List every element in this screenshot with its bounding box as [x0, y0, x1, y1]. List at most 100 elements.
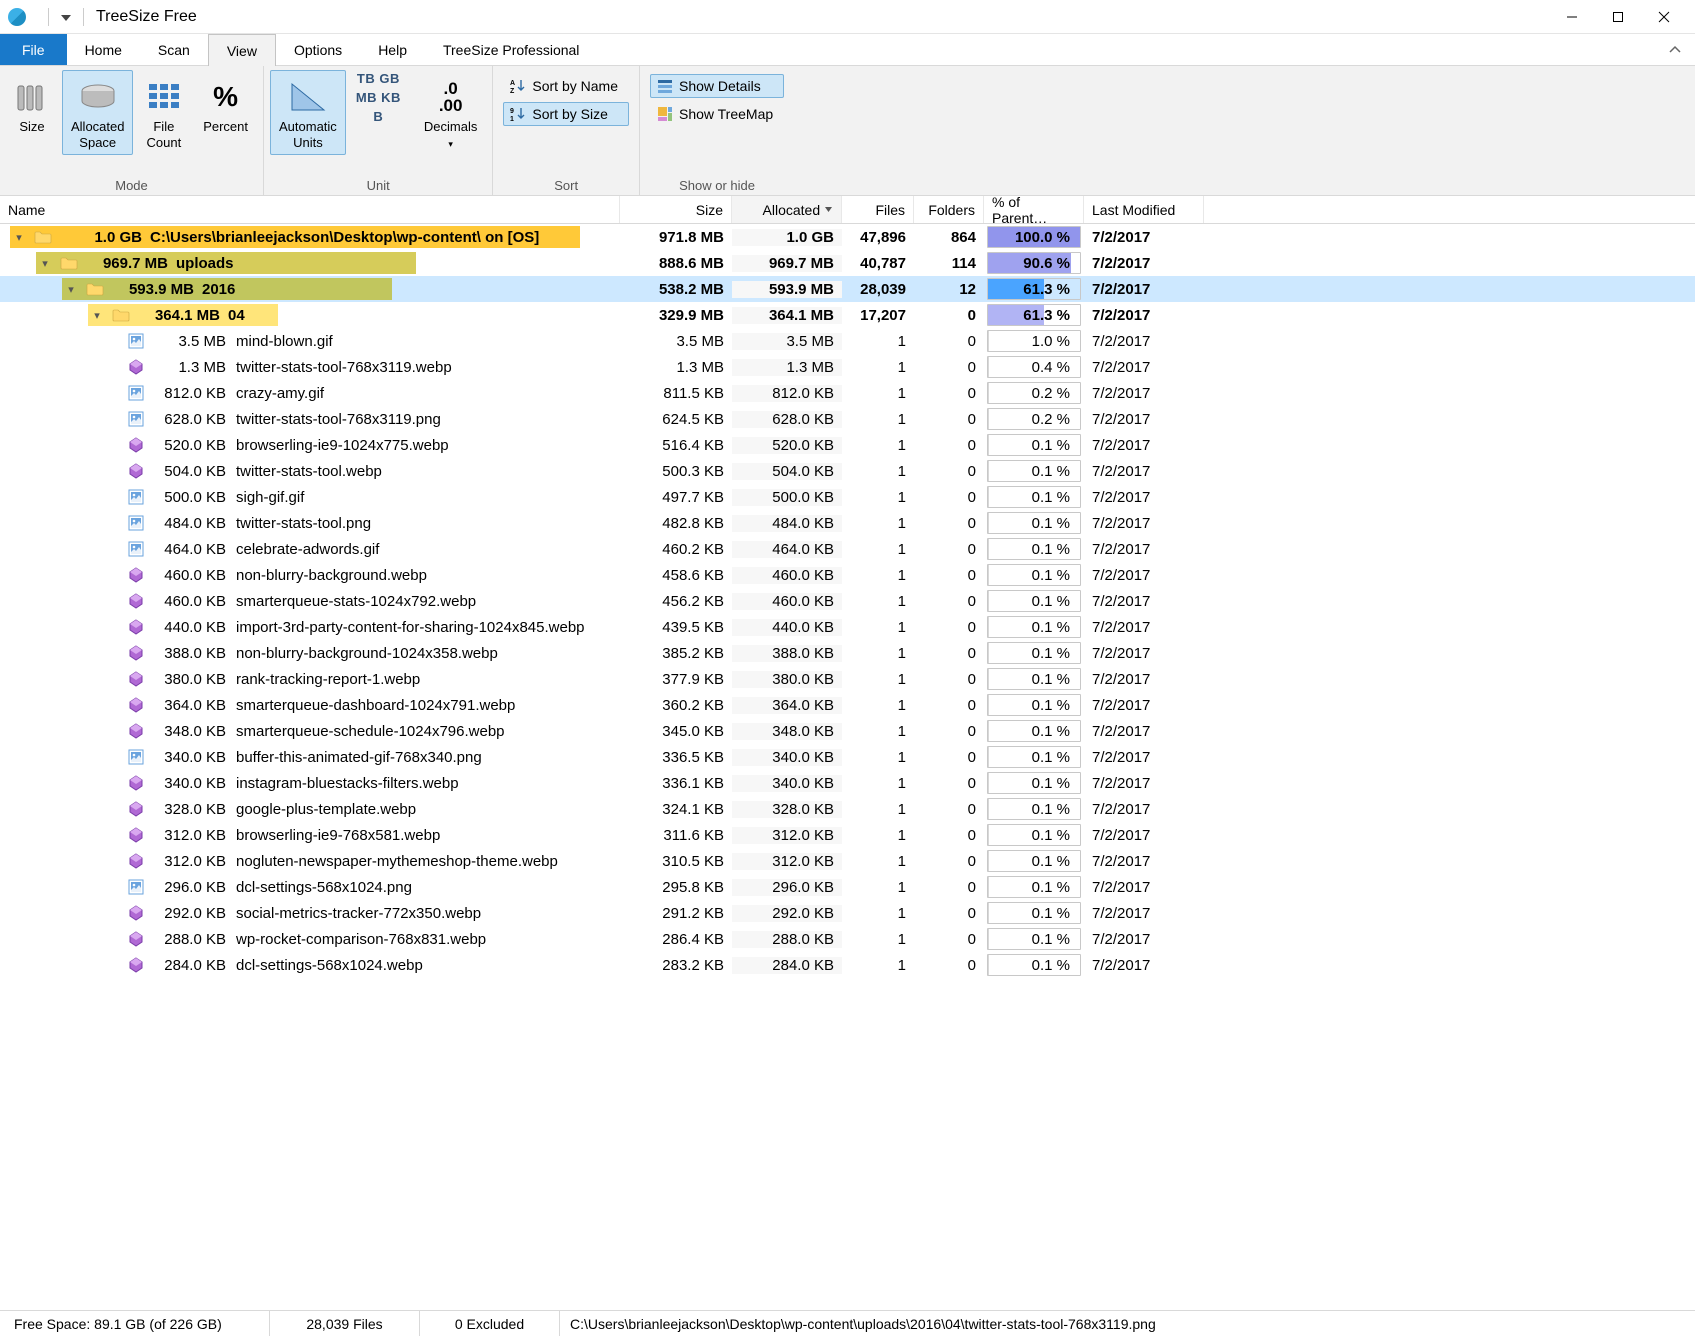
tree-name: smarterqueue-stats-1024x792.webp: [236, 593, 476, 610]
cell-files: 1: [842, 463, 914, 480]
col-size[interactable]: Size: [620, 196, 732, 223]
col-modified[interactable]: Last Modified: [1084, 196, 1204, 223]
expander-icon[interactable]: ▾: [12, 231, 26, 244]
cell-files: 1: [842, 385, 914, 402]
minimize-button[interactable]: [1549, 1, 1595, 33]
col-files[interactable]: Files: [842, 196, 914, 223]
menu-options[interactable]: Options: [276, 34, 360, 65]
tree-file-row[interactable]: 340.0 KBbuffer-this-animated-gif-768x340…: [0, 744, 1695, 770]
tree-file-row[interactable]: 520.0 KBbrowserling-ie9-1024x775.webp516…: [0, 432, 1695, 458]
tree-name: google-plus-template.webp: [236, 801, 416, 818]
unit-automatic-button[interactable]: AutomaticUnits: [270, 70, 346, 155]
tree-size-inline: 1.3 MB: [150, 359, 226, 376]
mode-filecount-button[interactable]: FileCount: [137, 70, 190, 155]
cell-modified: 7/2/2017: [1084, 957, 1204, 974]
tree-file-row[interactable]: 284.0 KBdcl-settings-568x1024.webp283.2 …: [0, 952, 1695, 978]
sort-by-size-label: Sort by Size: [532, 106, 607, 122]
status-excluded: 0 Excluded: [420, 1311, 560, 1336]
sort-by-name-button[interactable]: AZ Sort by Name: [503, 74, 629, 98]
tree-name: mind-blown.gif: [236, 333, 333, 350]
cell-modified: 7/2/2017: [1084, 229, 1204, 246]
tree-file-row[interactable]: 1.3 MBtwitter-stats-tool-768x3119.webp1.…: [0, 354, 1695, 380]
status-path: C:\Users\brianleejackson\Desktop\wp-cont…: [560, 1316, 1695, 1332]
tree-folder-row[interactable]: ▾1.0 GBC:\Users\brianleejackson\Desktop\…: [0, 224, 1695, 250]
cell-folders: 0: [914, 619, 984, 636]
tree-folder-row[interactable]: ▾969.7 MBuploads888.6 MB969.7 MB40,78711…: [0, 250, 1695, 276]
tree-file-row[interactable]: 3.5 MBmind-blown.gif3.5 MB3.5 MB101.0 %7…: [0, 328, 1695, 354]
tree-file-row[interactable]: 364.0 KBsmarterqueue-dashboard-1024x791.…: [0, 692, 1695, 718]
tree-file-row[interactable]: 292.0 KBsocial-metrics-tracker-772x350.w…: [0, 900, 1695, 926]
quick-access-dropdown-icon[interactable]: [61, 9, 71, 24]
close-button[interactable]: [1641, 1, 1687, 33]
tree-folder-row[interactable]: ▾364.1 MB04329.9 MB364.1 MB17,207061.3 %…: [0, 302, 1695, 328]
unit-b-button[interactable]: B: [369, 108, 387, 125]
cell-percent: 0.1 %: [987, 694, 1081, 716]
menu-treesize-pro[interactable]: TreeSize Professional: [425, 34, 597, 65]
unit-decimals-button[interactable]: .0 .00 Decimals▾: [415, 70, 486, 155]
show-details-button[interactable]: Show Details: [650, 74, 784, 98]
col-allocated[interactable]: Allocated: [732, 196, 842, 223]
tree-file-row[interactable]: 380.0 KBrank-tracking-report-1.webp377.9…: [0, 666, 1695, 692]
sort-by-size-button[interactable]: 91 Sort by Size: [503, 102, 629, 126]
tree-file-row[interactable]: 388.0 KBnon-blurry-background-1024x358.w…: [0, 640, 1695, 666]
tree-name: instagram-bluestacks-filters.webp: [236, 775, 459, 792]
col-folders[interactable]: Folders: [914, 196, 984, 223]
mode-size-button[interactable]: Size: [6, 70, 58, 140]
mode-allocated-button[interactable]: AllocatedSpace: [62, 70, 133, 155]
tree-file-row[interactable]: 340.0 KBinstagram-bluestacks-filters.web…: [0, 770, 1695, 796]
tree-name: twitter-stats-tool.png: [236, 515, 371, 532]
tree-file-row[interactable]: 460.0 KBnon-blurry-background.webp458.6 …: [0, 562, 1695, 588]
cell-folders: 0: [914, 437, 984, 454]
maximize-button[interactable]: [1595, 1, 1641, 33]
tree-file-row[interactable]: 484.0 KBtwitter-stats-tool.png482.8 KB48…: [0, 510, 1695, 536]
tree-file-row[interactable]: 288.0 KB wp-rocket-comparison-768x831.web…: [0, 926, 1695, 952]
menu-home[interactable]: Home: [67, 34, 140, 65]
ribbon-collapse-icon[interactable]: [1655, 34, 1695, 65]
cell-folders: 0: [914, 359, 984, 376]
menu-view[interactable]: View: [208, 34, 276, 66]
tree-size-inline: 288.0 KB: [150, 931, 226, 948]
unit-tb-gb-button[interactable]: TB GB: [353, 70, 404, 87]
col-percent[interactable]: % of Parent…: [984, 196, 1084, 223]
cell-modified: 7/2/2017: [1084, 463, 1204, 480]
show-treemap-button[interactable]: Show TreeMap: [650, 102, 784, 126]
mode-percent-button[interactable]: % Percent: [194, 70, 257, 140]
expander-icon[interactable]: ▾: [38, 257, 52, 270]
tree-file-row[interactable]: 348.0 KBsmarterqueue-schedule-1024x796.w…: [0, 718, 1695, 744]
tree-name: buffer-this-animated-gif-768x340.png: [236, 749, 482, 766]
tree-file-row[interactable]: 312.0 KBbrowserling-ie9-768x581.webp311.…: [0, 822, 1695, 848]
tree-file-row[interactable]: 812.0 KBcrazy-amy.gif811.5 KB812.0 KB100…: [0, 380, 1695, 406]
tree-name: C:\Users\brianleejackson\Desktop\wp-cont…: [150, 229, 539, 246]
cell-size: 283.2 KB: [620, 957, 732, 974]
cell-files: 1: [842, 489, 914, 506]
disks-icon: [15, 75, 49, 119]
menu-scan[interactable]: Scan: [140, 34, 208, 65]
tree-name: wp-rocket-comparison-768x831.webp: [236, 931, 486, 948]
tree-file-row[interactable]: 500.0 KBsigh-gif.gif497.7 KB500.0 KB100.…: [0, 484, 1695, 510]
tree-file-row[interactable]: 628.0 KBtwitter-stats-tool-768x3119.png6…: [0, 406, 1695, 432]
tree-file-row[interactable]: 296.0 KBdcl-settings-568x1024.png295.8 K…: [0, 874, 1695, 900]
cell-size: 456.2 KB: [620, 593, 732, 610]
col-name[interactable]: Name: [0, 196, 620, 223]
tree-size-inline: 464.0 KB: [150, 541, 226, 558]
unit-mb-kb-button[interactable]: MB KB: [352, 89, 405, 106]
tree-file-row[interactable]: 504.0 KBtwitter-stats-tool.webp500.3 KB5…: [0, 458, 1695, 484]
tree-file-row[interactable]: 440.0 KBimport-3rd-party-content-for-sha…: [0, 614, 1695, 640]
menu-file[interactable]: File: [0, 34, 67, 65]
tree-size-inline: 284.0 KB: [150, 957, 226, 974]
menu-help[interactable]: Help: [360, 34, 425, 65]
show-treemap-label: Show TreeMap: [679, 106, 773, 122]
tree-file-row[interactable]: 328.0 KBgoogle-plus-template.webp324.1 K…: [0, 796, 1695, 822]
cell-percent: 0.1 %: [987, 954, 1081, 976]
tree-file-row[interactable]: 312.0 KBnogluten-newspaper-mythemeshop-t…: [0, 848, 1695, 874]
tree-file-row[interactable]: 460.0 KBsmarterqueue-stats-1024x792.webp…: [0, 588, 1695, 614]
expander-icon[interactable]: ▾: [64, 283, 78, 296]
tree-folder-row[interactable]: ▾593.9 MB2016538.2 MB593.9 MB28,0391261.…: [0, 276, 1695, 302]
file-tree[interactable]: ▾1.0 GBC:\Users\brianleejackson\Desktop\…: [0, 224, 1695, 1310]
cell-allocated: 500.0 KB: [732, 489, 842, 506]
expander-icon[interactable]: ▾: [90, 309, 104, 322]
tree-file-row[interactable]: 464.0 KBcelebrate-adwords.gif460.2 KB464…: [0, 536, 1695, 562]
tree-name: non-blurry-background.webp: [236, 567, 427, 584]
cell-allocated: 464.0 KB: [732, 541, 842, 558]
cell-files: 1: [842, 853, 914, 870]
